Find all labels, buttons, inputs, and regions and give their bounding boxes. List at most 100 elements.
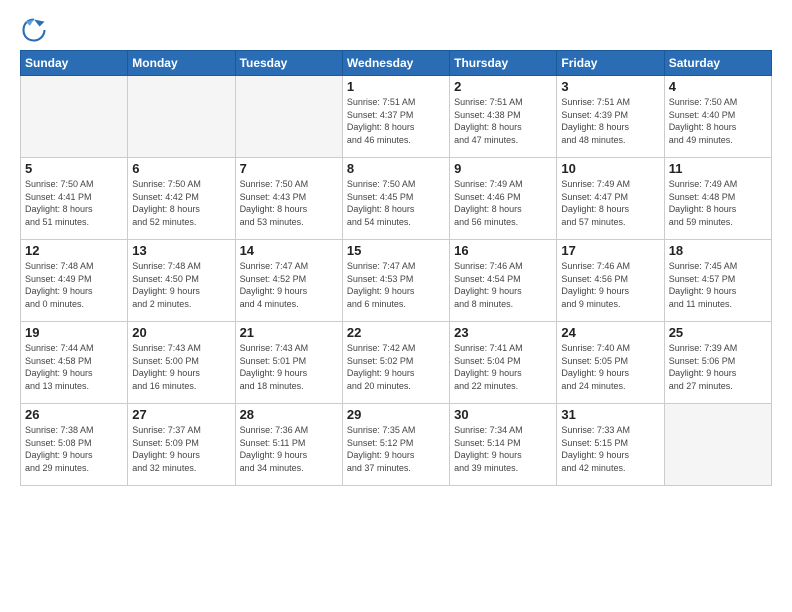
day-info: Sunrise: 7:50 AM Sunset: 4:45 PM Dayligh… <box>347 178 445 228</box>
calendar-cell: 21Sunrise: 7:43 AM Sunset: 5:01 PM Dayli… <box>235 322 342 404</box>
day-number: 25 <box>669 325 767 340</box>
day-info: Sunrise: 7:50 AM Sunset: 4:41 PM Dayligh… <box>25 178 123 228</box>
calendar-cell: 3 Sunrise: 7:51 AM Sunset: 4:39 PM Daylig… <box>557 76 664 158</box>
day-number: 30 <box>454 407 552 422</box>
day-info: Sunrise: 7:51 AM Sunset: 4:37 PM Dayligh… <box>347 96 445 146</box>
day-number: 4 <box>669 79 767 94</box>
calendar-cell: 19 Sunrise: 7:44 AM Sunset: 4:58 PM Dayli… <box>21 322 128 404</box>
day-number: 27 <box>132 407 230 422</box>
calendar-cell <box>664 404 771 486</box>
day-number: 19 <box>25 325 123 340</box>
calendar-cell: 9Sunrise: 7:49 AM Sunset: 4:46 PM Daylig… <box>450 158 557 240</box>
calendar-cell: 10 Sunrise: 7:49 AM Sunset: 4:47 PM Dayli… <box>557 158 664 240</box>
day-number: 20 <box>132 325 230 340</box>
day-info: Sunrise: 7:49 AM Sunset: 4:47 PM Dayligh… <box>561 178 659 228</box>
col-header-saturday: Saturday <box>664 51 771 76</box>
col-header-thursday: Thursday <box>450 51 557 76</box>
day-number: 11 <box>669 161 767 176</box>
calendar-cell: 5 Sunrise: 7:50 AM Sunset: 4:41 PM Daylig… <box>21 158 128 240</box>
day-info: Sunrise: 7:38 AM Sunset: 5:08 PM Dayligh… <box>25 424 123 474</box>
calendar-cell: 7 Sunrise: 7:50 AM Sunset: 4:43 PM Daylig… <box>235 158 342 240</box>
day-info: Sunrise: 7:41 AM Sunset: 5:04 PM Dayligh… <box>454 342 552 392</box>
day-number: 24 <box>561 325 659 340</box>
page: SundayMondayTuesdayWednesdayThursdayFrid… <box>0 0 792 496</box>
calendar-cell: 8 Sunrise: 7:50 AM Sunset: 4:45 PM Daylig… <box>342 158 449 240</box>
calendar-cell: 29 Sunrise: 7:35 AM Sunset: 5:12 PM Dayli… <box>342 404 449 486</box>
calendar-cell: 25 Sunrise: 7:39 AM Sunset: 5:06 PM Dayli… <box>664 322 771 404</box>
calendar-cell: 2 Sunrise: 7:51 AM Sunset: 4:38 PM Daylig… <box>450 76 557 158</box>
day-number: 5 <box>25 161 123 176</box>
day-info: Sunrise: 7:34 AM Sunset: 5:14 PM Dayligh… <box>454 424 552 474</box>
day-info: Sunrise: 7:46 AM Sunset: 4:56 PM Dayligh… <box>561 260 659 310</box>
col-header-tuesday: Tuesday <box>235 51 342 76</box>
day-number: 1 <box>347 79 445 94</box>
calendar-cell <box>128 76 235 158</box>
week-row-1: 1 Sunrise: 7:51 AM Sunset: 4:37 PM Daylig… <box>21 76 772 158</box>
day-info: Sunrise: 7:50 AM Sunset: 4:42 PM Dayligh… <box>132 178 230 228</box>
day-number: 3 <box>561 79 659 94</box>
day-info: Sunrise: 7:47 AM Sunset: 4:53 PM Dayligh… <box>347 260 445 310</box>
calendar-cell <box>21 76 128 158</box>
day-info: Sunrise: 7:49 AM Sunset: 4:48 PM Dayligh… <box>669 178 767 228</box>
day-number: 16 <box>454 243 552 258</box>
day-number: 8 <box>347 161 445 176</box>
day-info: Sunrise: 7:39 AM Sunset: 5:06 PM Dayligh… <box>669 342 767 392</box>
calendar-cell: 17Sunrise: 7:46 AM Sunset: 4:56 PM Dayli… <box>557 240 664 322</box>
calendar-cell: 22 Sunrise: 7:42 AM Sunset: 5:02 PM Dayli… <box>342 322 449 404</box>
day-info: Sunrise: 7:46 AM Sunset: 4:54 PM Dayligh… <box>454 260 552 310</box>
col-header-monday: Monday <box>128 51 235 76</box>
calendar-cell: 31Sunrise: 7:33 AM Sunset: 5:15 PM Dayli… <box>557 404 664 486</box>
calendar-cell: 26 Sunrise: 7:38 AM Sunset: 5:08 PM Dayli… <box>21 404 128 486</box>
week-row-4: 19 Sunrise: 7:44 AM Sunset: 4:58 PM Dayli… <box>21 322 772 404</box>
day-number: 21 <box>240 325 338 340</box>
day-number: 22 <box>347 325 445 340</box>
day-number: 26 <box>25 407 123 422</box>
day-info: Sunrise: 7:51 AM Sunset: 4:38 PM Dayligh… <box>454 96 552 146</box>
calendar-cell: 28Sunrise: 7:36 AM Sunset: 5:11 PM Dayli… <box>235 404 342 486</box>
calendar-cell: 18 Sunrise: 7:45 AM Sunset: 4:57 PM Dayli… <box>664 240 771 322</box>
day-info: Sunrise: 7:35 AM Sunset: 5:12 PM Dayligh… <box>347 424 445 474</box>
day-info: Sunrise: 7:51 AM Sunset: 4:39 PM Dayligh… <box>561 96 659 146</box>
day-info: Sunrise: 7:47 AM Sunset: 4:52 PM Dayligh… <box>240 260 338 310</box>
logo-icon <box>20 16 48 44</box>
calendar-cell: 20 Sunrise: 7:43 AM Sunset: 5:00 PM Dayli… <box>128 322 235 404</box>
day-info: Sunrise: 7:44 AM Sunset: 4:58 PM Dayligh… <box>25 342 123 392</box>
header <box>20 16 772 44</box>
day-number: 29 <box>347 407 445 422</box>
day-number: 12 <box>25 243 123 258</box>
week-row-5: 26 Sunrise: 7:38 AM Sunset: 5:08 PM Dayli… <box>21 404 772 486</box>
day-number: 10 <box>561 161 659 176</box>
day-info: Sunrise: 7:43 AM Sunset: 5:00 PM Dayligh… <box>132 342 230 392</box>
day-info: Sunrise: 7:42 AM Sunset: 5:02 PM Dayligh… <box>347 342 445 392</box>
calendar-cell: 24 Sunrise: 7:40 AM Sunset: 5:05 PM Dayli… <box>557 322 664 404</box>
day-number: 23 <box>454 325 552 340</box>
col-header-friday: Friday <box>557 51 664 76</box>
col-header-wednesday: Wednesday <box>342 51 449 76</box>
day-info: Sunrise: 7:45 AM Sunset: 4:57 PM Dayligh… <box>669 260 767 310</box>
logo <box>20 16 52 44</box>
calendar-cell: 12Sunrise: 7:48 AM Sunset: 4:49 PM Dayli… <box>21 240 128 322</box>
calendar-cell: 23 Sunrise: 7:41 AM Sunset: 5:04 PM Dayli… <box>450 322 557 404</box>
calendar-cell: 27 Sunrise: 7:37 AM Sunset: 5:09 PM Dayli… <box>128 404 235 486</box>
day-number: 18 <box>669 243 767 258</box>
day-number: 15 <box>347 243 445 258</box>
day-info: Sunrise: 7:37 AM Sunset: 5:09 PM Dayligh… <box>132 424 230 474</box>
calendar-cell: 6 Sunrise: 7:50 AM Sunset: 4:42 PM Daylig… <box>128 158 235 240</box>
day-info: Sunrise: 7:40 AM Sunset: 5:05 PM Dayligh… <box>561 342 659 392</box>
day-number: 14 <box>240 243 338 258</box>
day-number: 6 <box>132 161 230 176</box>
calendar-cell: 30 Sunrise: 7:34 AM Sunset: 5:14 PM Dayli… <box>450 404 557 486</box>
week-row-3: 12Sunrise: 7:48 AM Sunset: 4:49 PM Dayli… <box>21 240 772 322</box>
day-number: 2 <box>454 79 552 94</box>
week-row-2: 5 Sunrise: 7:50 AM Sunset: 4:41 PM Daylig… <box>21 158 772 240</box>
day-info: Sunrise: 7:36 AM Sunset: 5:11 PM Dayligh… <box>240 424 338 474</box>
calendar-cell: 1 Sunrise: 7:51 AM Sunset: 4:37 PM Daylig… <box>342 76 449 158</box>
calendar-cell: 11 Sunrise: 7:49 AM Sunset: 4:48 PM Dayli… <box>664 158 771 240</box>
calendar-table: SundayMondayTuesdayWednesdayThursdayFrid… <box>20 50 772 486</box>
day-number: 7 <box>240 161 338 176</box>
day-info: Sunrise: 7:50 AM Sunset: 4:43 PM Dayligh… <box>240 178 338 228</box>
day-number: 13 <box>132 243 230 258</box>
day-info: Sunrise: 7:50 AM Sunset: 4:40 PM Dayligh… <box>669 96 767 146</box>
calendar-cell: 4 Sunrise: 7:50 AM Sunset: 4:40 PM Daylig… <box>664 76 771 158</box>
day-number: 9 <box>454 161 552 176</box>
